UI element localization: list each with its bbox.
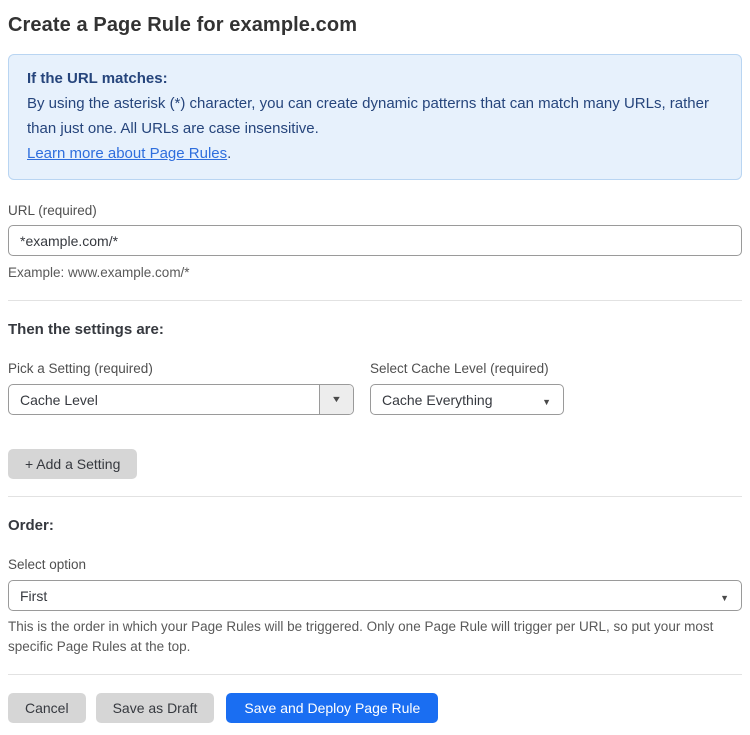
info-box-heading: If the URL matches: — [27, 70, 168, 87]
page-rule-form: Create a Page Rule for example.com If th… — [0, 0, 750, 735]
cancel-button[interactable]: Cancel — [8, 693, 86, 723]
url-match-info-box: If the URL matches: By using the asteris… — [8, 54, 742, 180]
save-draft-button[interactable]: Save as Draft — [95, 693, 215, 723]
order-select-label: Select option — [8, 557, 87, 572]
chevron-down-icon: ▼ — [542, 396, 551, 407]
pick-setting-select[interactable]: Cache Level ▼ — [8, 384, 354, 415]
order-heading: Order: — [8, 517, 54, 534]
cache-level-arrow: ▼ — [542, 392, 563, 408]
divider — [8, 496, 742, 497]
pick-setting-arrow-section[interactable]: ▼ — [319, 385, 353, 414]
settings-heading: Then the settings are: — [8, 321, 164, 338]
settings-row: Pick a Setting (required) Cache Level ▼ … — [8, 338, 742, 415]
pick-setting-column: Pick a Setting (required) Cache Level ▼ — [8, 338, 354, 415]
url-example-helper: Example: www.example.com/* — [8, 265, 190, 280]
cache-level-value: Cache Everything — [382, 391, 493, 408]
url-input[interactable] — [8, 225, 742, 256]
cache-level-select[interactable]: Cache Everything ▼ — [370, 384, 564, 415]
cache-level-column: Select Cache Level (required) Cache Ever… — [370, 338, 564, 415]
page-title: Create a Page Rule for example.com — [8, 14, 358, 36]
order-helper-text: This is the order in which your Page Rul… — [8, 619, 714, 654]
info-box-link-line: Learn more about Page Rules. — [27, 141, 723, 166]
order-select[interactable]: First ▼ — [8, 580, 742, 611]
divider — [8, 674, 742, 675]
cache-level-label: Select Cache Level (required) — [370, 361, 549, 376]
order-select-arrow: ▼ — [720, 588, 741, 604]
link-period: . — [227, 145, 232, 162]
pick-setting-value: Cache Level — [20, 391, 98, 408]
learn-more-link[interactable]: Learn more about Page Rules — [27, 145, 227, 162]
form-actions: Cancel Save as Draft Save and Deploy Pag… — [8, 693, 742, 723]
url-label: URL (required) — [8, 203, 97, 218]
order-select-value: First — [20, 587, 48, 604]
chevron-down-icon: ▼ — [330, 394, 343, 404]
pick-setting-label: Pick a Setting (required) — [8, 361, 153, 376]
info-box-body: By using the asterisk (*) character, you… — [27, 95, 709, 137]
save-deploy-button[interactable]: Save and Deploy Page Rule — [226, 693, 439, 723]
divider — [8, 300, 742, 301]
add-setting-button[interactable]: + Add a Setting — [8, 449, 138, 479]
chevron-down-icon: ▼ — [720, 592, 729, 603]
